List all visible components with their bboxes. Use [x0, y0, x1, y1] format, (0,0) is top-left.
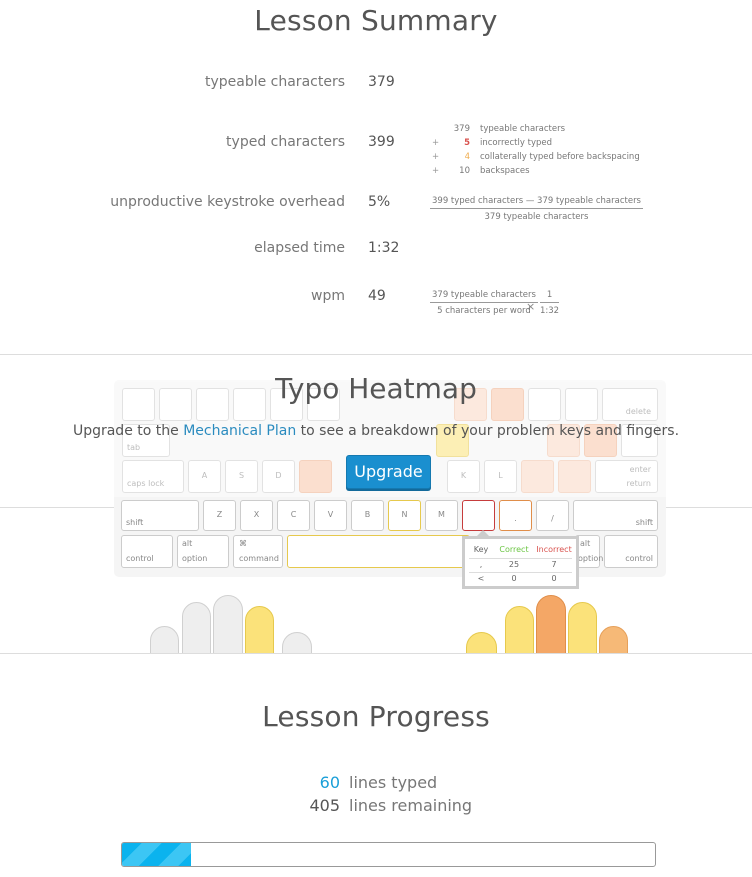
key-n: N — [388, 500, 421, 531]
typeable-characters-label: typeable characters — [204, 74, 345, 90]
tooltip-row: , 25 7 — [479, 560, 557, 569]
key-comma: , — [462, 500, 495, 531]
breakdown-row: 379 typeable characters — [453, 124, 566, 134]
times-sign: × — [526, 300, 536, 313]
command-left-key: ⌘ command — [233, 535, 283, 568]
typo-heatmap-title: Typo Heatmap — [275, 372, 477, 405]
upgrade-message: Upgrade to the Mechanical Plan to see a … — [72, 423, 680, 439]
upgrade-button[interactable]: Upgrade — [346, 455, 431, 489]
caps-lock-key: caps lock — [122, 460, 184, 493]
lines-remaining-label: lines remaining — [349, 796, 473, 815]
key-m: M — [425, 500, 458, 531]
key-v: V — [314, 500, 347, 531]
key-l: L — [484, 460, 517, 493]
divider — [0, 354, 752, 355]
key — [521, 460, 554, 493]
key — [299, 460, 332, 493]
typed-characters-label: typed characters — [226, 134, 345, 150]
tooltip-row: < 0 0 — [477, 574, 557, 583]
typeable-characters-value: 379 — [368, 74, 395, 90]
lines-typed-label: lines typed — [349, 773, 438, 792]
finger-left-pinky — [150, 626, 179, 654]
breakdown-row: +5 incorrectly typed — [432, 138, 552, 148]
finger-left-thumb — [282, 632, 312, 654]
key-b: B — [351, 500, 384, 531]
shift-right-key: shift — [573, 500, 658, 531]
key-a: A — [188, 460, 221, 493]
overhead-formula: 399 typed characters — 379 typeable char… — [430, 196, 643, 222]
key-z: Z — [203, 500, 236, 531]
key-period: . — [499, 500, 532, 531]
finger-left-ring — [182, 602, 211, 654]
option-left-key: alt option — [177, 535, 229, 568]
lines-typed-count: 60 — [319, 773, 340, 792]
tooltip-divider — [469, 572, 572, 573]
overhead-label: unproductive keystroke overhead — [110, 194, 345, 210]
control-left-key: control — [121, 535, 173, 568]
finger-right-thumb — [466, 632, 497, 654]
breakdown-row: +4 collaterally typed before backspacing — [432, 152, 640, 162]
progress-bar — [121, 842, 656, 867]
key-d: D — [262, 460, 295, 493]
finger-right-middle — [536, 595, 566, 654]
return-key: enter return — [595, 460, 658, 493]
breakdown-row: +10 backspaces — [432, 166, 530, 176]
overhead-value: 5% — [368, 194, 391, 210]
elapsed-time-label: elapsed time — [254, 240, 345, 256]
wpm-formula-b: 1 1:32 — [540, 290, 560, 316]
key-k: K — [447, 460, 480, 493]
wpm-label: wpm — [311, 288, 345, 304]
finger-right-ring — [568, 602, 597, 654]
keyboard-lower: shift Z X C V B N M , . / shift control … — [114, 497, 666, 577]
lesson-summary-title: Lesson Summary — [254, 4, 498, 37]
key-x: X — [240, 500, 273, 531]
key-c: C — [277, 500, 310, 531]
tooltip-divider — [469, 558, 572, 559]
elapsed-time-value: 1:32 — [368, 240, 400, 256]
typed-characters-value: 399 — [368, 134, 395, 150]
finger-left-index — [245, 606, 274, 654]
lines-remaining-count: 405 — [309, 796, 340, 815]
finger-left-middle — [213, 595, 243, 654]
tooltip-header: Key Correct Incorrect — [473, 545, 572, 554]
control-right-key: control — [604, 535, 658, 568]
finger-right-index — [505, 606, 534, 654]
key-s: S — [225, 460, 258, 493]
progress-fill — [122, 843, 191, 866]
mechanical-plan-link[interactable]: Mechanical Plan — [183, 423, 296, 439]
key-stats-tooltip: Key Correct Incorrect , 25 7 < 0 0 — [462, 530, 579, 589]
tooltip-arrow — [477, 530, 489, 536]
finger-right-pinky — [599, 626, 628, 654]
spacebar-key — [287, 535, 470, 568]
wpm-formula-a: 379 typeable characters 5 characters per… — [430, 290, 538, 316]
divider — [0, 653, 752, 654]
shift-left-key: shift — [121, 500, 199, 531]
key — [558, 460, 591, 493]
lesson-progress-title: Lesson Progress — [262, 700, 490, 733]
key-slash: / — [536, 500, 569, 531]
wpm-value: 49 — [368, 288, 386, 304]
